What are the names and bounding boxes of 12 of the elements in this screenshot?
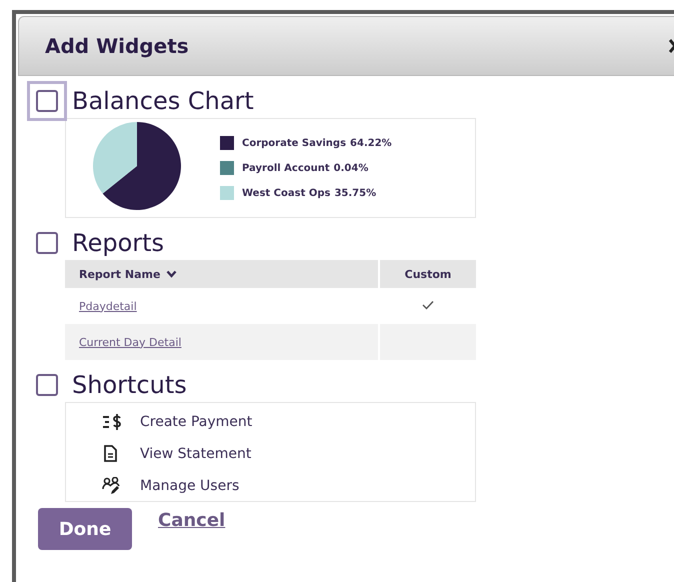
legend-label: Corporate Savings [242, 138, 346, 148]
widget-title: Reports [72, 229, 164, 257]
legend-value: 64.22% [350, 138, 392, 148]
legend-value: 0.04% [334, 162, 368, 174]
widget-title: Balances Chart [72, 87, 254, 115]
column-header: Custom [379, 260, 476, 288]
widget-title: Shortcuts [72, 371, 187, 399]
column-label: Report Name [79, 268, 160, 280]
dialog-title: Add Widgets [45, 34, 189, 58]
legend-label: West Coast Ops [242, 188, 330, 198]
legend-value: 35.75% [334, 188, 376, 198]
legend-label: Payroll Account [242, 162, 330, 174]
